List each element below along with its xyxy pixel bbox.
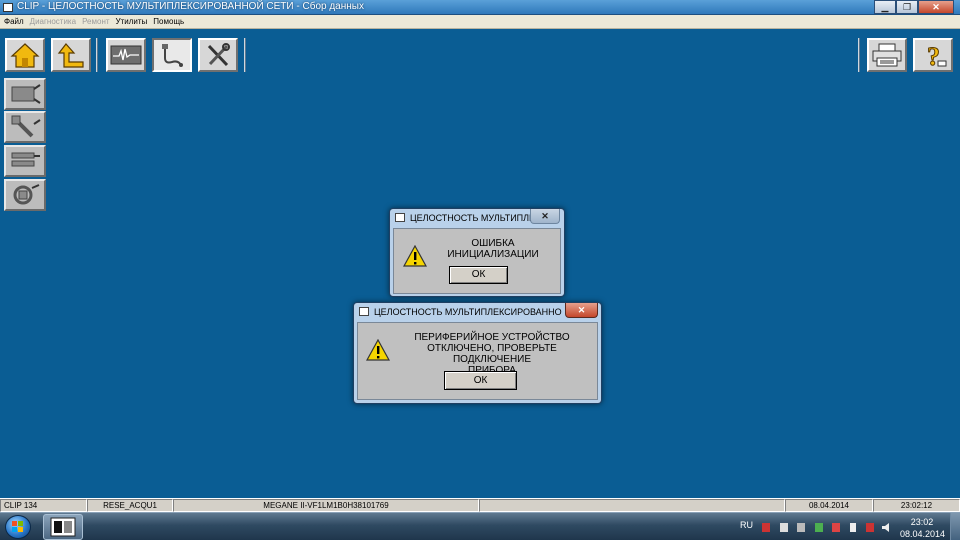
sidebar-button-3[interactable] bbox=[4, 145, 46, 177]
tray-flag-icon[interactable] bbox=[762, 523, 770, 532]
close-icon: ✕ bbox=[577, 305, 586, 315]
tray-signal-icon[interactable] bbox=[866, 523, 874, 532]
windows-logo-icon bbox=[12, 521, 23, 532]
sidebar-button-2[interactable] bbox=[4, 111, 46, 143]
dialog-message-line: ПЕРИФЕРИЙНОЕ УСТРОЙСТВО bbox=[414, 332, 570, 343]
menu-utilities[interactable]: Утилиты bbox=[116, 17, 148, 26]
tray-network-icon[interactable] bbox=[780, 523, 788, 532]
menu-diagnostics: Диагностика bbox=[29, 17, 77, 26]
app-icon bbox=[3, 3, 13, 12]
window-title: CLIP - ЦЕЛОСТНОСТЬ МУЛЬТИПЛЕКСИРОВАННОЙ … bbox=[17, 1, 364, 12]
cable-icon bbox=[162, 44, 183, 67]
up-arrow-icon bbox=[57, 43, 84, 68]
dialog-close-button[interactable]: ✕ bbox=[530, 209, 560, 224]
home-icon bbox=[10, 43, 40, 68]
maximize-button[interactable]: ❐ bbox=[896, 0, 918, 14]
toolbar-separator bbox=[858, 38, 860, 72]
warning-icon bbox=[366, 339, 390, 361]
dialog-message-line: ОШИБКА bbox=[471, 238, 515, 249]
ok-button[interactable]: ОК bbox=[444, 371, 517, 390]
peripheral-disconnected-dialog: ЦЕЛОСТНОСТЬ МУЛЬТИПЛЕКСИРОВАННОЙ С... ✕ … bbox=[353, 302, 602, 404]
menu-help[interactable]: Помощь bbox=[153, 17, 184, 26]
help-icon: ? bbox=[927, 42, 947, 69]
dialog-message: ОШИБКА ИНИЦИАЛИЗАЦИИ bbox=[438, 238, 548, 260]
sidebar-tool-4-icon bbox=[13, 184, 40, 205]
status-time: 23:02:12 bbox=[873, 499, 960, 512]
toolbar-separator bbox=[96, 38, 98, 72]
window-controls: ▁ ❐ ✕ bbox=[874, 0, 954, 14]
menu-file[interactable]: Файл bbox=[4, 17, 24, 26]
dialog-title-bar[interactable]: ЦЕЛОСТНОСТЬ МУЛЬТИПЛЕКСИРОВАННОЙ С... bbox=[354, 303, 601, 321]
warning-icon bbox=[403, 245, 427, 267]
status-clip-version: CLIP 134 bbox=[0, 499, 87, 512]
tools-button[interactable] bbox=[198, 38, 238, 72]
taskbar-clip-app[interactable] bbox=[43, 514, 83, 540]
sidebar-tool-2-icon bbox=[11, 115, 41, 138]
tray-device-icon[interactable] bbox=[797, 523, 805, 532]
show-desktop-button[interactable] bbox=[950, 513, 960, 540]
menu-repair: Ремонт bbox=[82, 17, 110, 26]
window-title-bar[interactable]: CLIP - ЦЕЛОСТНОСТЬ МУЛЬТИПЛЕКСИРОВАННОЙ … bbox=[0, 0, 960, 15]
tools-icon bbox=[207, 43, 230, 67]
close-button[interactable]: ✕ bbox=[918, 0, 954, 14]
minimize-icon: ▁ bbox=[881, 2, 889, 12]
dialog-title: ЦЕЛОСТНОСТЬ МУЛЬТИПЛЕКСИРОВАННОЙ С... bbox=[374, 307, 562, 317]
status-date: 08.04.2014 bbox=[785, 499, 873, 512]
minimize-button[interactable]: ▁ bbox=[874, 0, 896, 14]
init-error-dialog: ЦЕЛОСТНОСТЬ МУЛЬТИПЛЕ... ✕ ОШИБКА ИНИЦИА… bbox=[389, 208, 565, 297]
up-button[interactable] bbox=[51, 38, 91, 72]
waveform-icon bbox=[110, 45, 142, 65]
measurement-button[interactable] bbox=[106, 38, 146, 72]
connection-button[interactable] bbox=[152, 38, 192, 72]
printer-icon bbox=[872, 43, 902, 67]
taskbar-clock[interactable]: 23:02 08.04.2014 bbox=[900, 516, 946, 540]
sidebar-tool-1-icon bbox=[11, 84, 41, 104]
dialog-message: ПЕРИФЕРИЙНОЕ УСТРОЙСТВО ОТКЛЮЧЕНО, ПРОВЕ… bbox=[392, 332, 592, 376]
tray-battery-icon[interactable] bbox=[849, 523, 857, 532]
sidebar-button-4[interactable] bbox=[4, 179, 46, 211]
status-vehicle: MEGANE II-VF1LM1B0H38101769 bbox=[173, 499, 479, 512]
clock-time: 23:02 bbox=[910, 517, 934, 527]
close-icon: ✕ bbox=[541, 211, 549, 221]
start-button[interactable] bbox=[5, 515, 31, 539]
tray-action-center-icon[interactable] bbox=[832, 523, 840, 532]
print-button[interactable] bbox=[867, 38, 907, 72]
dialog-close-button[interactable]: ✕ bbox=[565, 303, 598, 318]
ok-button[interactable]: ОК bbox=[449, 266, 508, 284]
status-mode: RESE_ACQU1 bbox=[87, 499, 173, 512]
language-indicator[interactable]: RU bbox=[740, 520, 753, 530]
dialog-app-icon bbox=[359, 307, 369, 316]
tray-security-icon[interactable] bbox=[815, 523, 823, 532]
maximize-icon: ❐ bbox=[902, 2, 912, 12]
sidebar-button-1[interactable] bbox=[4, 78, 46, 110]
dialog-body: ПЕРИФЕРИЙНОЕ УСТРОЙСТВО ОТКЛЮЧЕНО, ПРОВЕ… bbox=[357, 322, 598, 400]
clip-app-icon bbox=[50, 517, 76, 537]
tray-volume-icon[interactable] bbox=[882, 523, 890, 532]
menu-bar: Файл Диагностика Ремонт Утилиты Помощь bbox=[0, 15, 960, 29]
taskbar: RU 23:02 08.04.2014 bbox=[0, 512, 960, 540]
dialog-title: ЦЕЛОСТНОСТЬ МУЛЬТИПЛЕ... bbox=[410, 213, 532, 223]
status-bar: CLIP 134 RESE_ACQU1 MEGANE II-VF1LM1B0H3… bbox=[0, 498, 960, 512]
dialog-message-line: ИНИЦИАЛИЗАЦИИ bbox=[447, 249, 539, 260]
clock-date: 08.04.2014 bbox=[900, 529, 946, 539]
close-icon: ✕ bbox=[932, 2, 940, 12]
sidebar-tool-3-icon bbox=[11, 152, 40, 167]
toolbar-separator bbox=[244, 38, 246, 72]
help-button[interactable]: ? bbox=[913, 38, 953, 72]
dialog-message-line: ОТКЛЮЧЕНО, ПРОВЕРЬТЕ ПОДКЛЮЧЕНИЕ bbox=[427, 343, 557, 365]
dialog-body: ОШИБКА ИНИЦИАЛИЗАЦИИ ОК bbox=[393, 228, 561, 294]
dialog-app-icon bbox=[395, 213, 405, 222]
status-empty bbox=[479, 499, 785, 512]
home-button[interactable] bbox=[5, 38, 45, 72]
